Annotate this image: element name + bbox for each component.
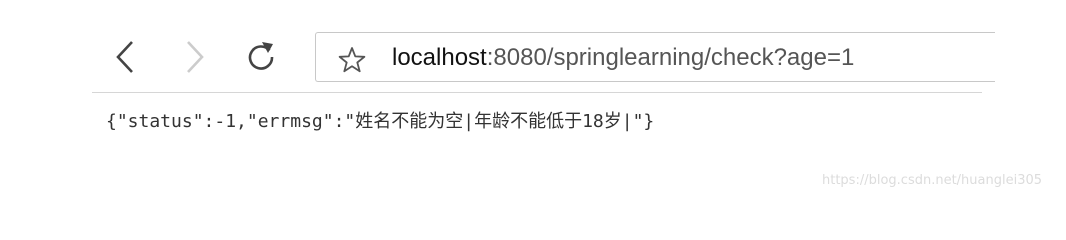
browser-window: localhost:8080/springlearning/check?age=… bbox=[0, 0, 1066, 202]
url-field[interactable]: localhost:8080/springlearning/check?age=… bbox=[392, 43, 854, 73]
back-button[interactable] bbox=[108, 40, 142, 74]
url-path: :8080/springlearning/check?age=1 bbox=[486, 44, 855, 71]
watermark: https://blog.csdn.net/huanglei305 bbox=[822, 173, 1043, 188]
bookmark-star-icon[interactable] bbox=[338, 46, 366, 74]
chevron-right-icon bbox=[187, 41, 204, 73]
reload-button[interactable] bbox=[244, 40, 278, 74]
url-host: localhost bbox=[392, 44, 487, 71]
page-body-text: {"status":-1,"errmsg":"姓名不能为空|年龄不能低于18岁|… bbox=[106, 111, 655, 132]
reload-icon bbox=[248, 42, 274, 70]
chevron-left-icon bbox=[116, 41, 133, 73]
browser-toolbar: localhost:8080/springlearning/check?age=… bbox=[0, 0, 1066, 93]
toolbar-divider bbox=[92, 92, 982, 93]
forward-button[interactable] bbox=[178, 40, 212, 74]
address-bar[interactable]: localhost:8080/springlearning/check?age=… bbox=[315, 32, 995, 82]
